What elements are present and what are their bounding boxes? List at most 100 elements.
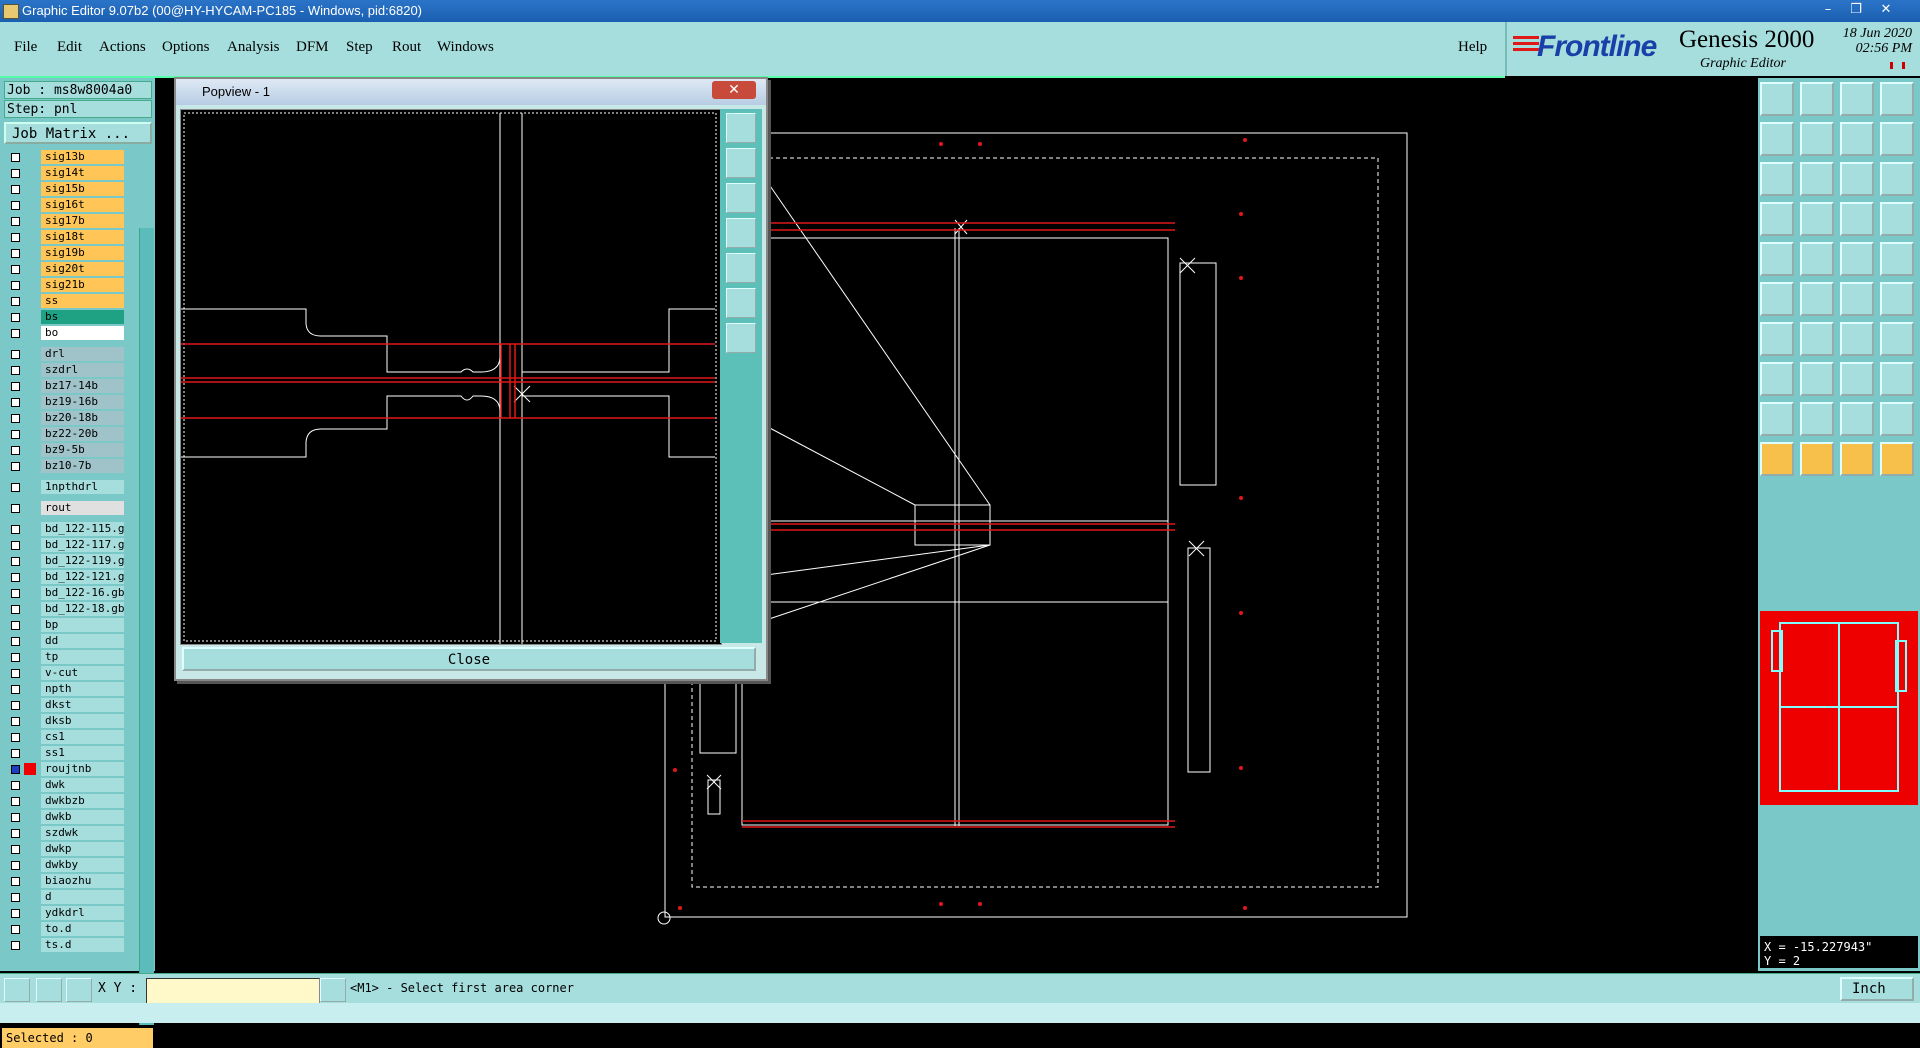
layer-name[interactable]: sig16t [41, 198, 124, 212]
menu-edit[interactable]: Edit [57, 39, 82, 56]
xy-input[interactable] [146, 978, 320, 1004]
layer-row[interactable]: bd_122-117.g [4, 538, 124, 552]
fit-icon[interactable] [1760, 162, 1794, 196]
layer-row[interactable]: bz10-7b [4, 459, 124, 473]
layer-checkbox[interactable] [11, 382, 20, 391]
layer-checkbox[interactable] [11, 329, 20, 338]
layer-name[interactable]: v-cut [41, 666, 124, 680]
popview-close-icon[interactable]: ✕ [712, 81, 756, 99]
layer-checkbox[interactable] [11, 313, 20, 322]
layer-checkbox[interactable] [11, 909, 20, 918]
layer-name[interactable]: sig20t [41, 262, 124, 276]
layer-name[interactable]: sig14t [41, 166, 124, 180]
shapes-icon[interactable] [1880, 362, 1914, 396]
layer-row[interactable]: szdwk [4, 826, 124, 840]
layer-name[interactable]: dwkby [41, 858, 124, 872]
layer-row[interactable]: sig16t [4, 198, 124, 212]
menu-analysis[interactable]: Analysis [227, 39, 280, 56]
layer-row[interactable]: cs1 [4, 730, 124, 744]
layer-name[interactable]: npth [41, 682, 124, 696]
layer-checkbox[interactable] [11, 749, 20, 758]
layer-checkbox[interactable] [11, 350, 20, 359]
layer-row[interactable]: v-cut [4, 666, 124, 680]
layer-row[interactable]: dwkp [4, 842, 124, 856]
layer-row[interactable]: bz19-16b [4, 395, 124, 409]
flip-icon[interactable] [1880, 322, 1914, 356]
layer-name[interactable]: bd_122-121.g [41, 570, 124, 584]
layer-name[interactable]: to.d [41, 922, 124, 936]
layer-name[interactable]: bz19-16b [41, 395, 124, 409]
layer-name[interactable]: bd_122-16.gb [41, 586, 124, 600]
layer-checkbox[interactable] [11, 430, 20, 439]
layer-row[interactable]: dwkbzb [4, 794, 124, 808]
layer-name[interactable]: bd_122-117.g [41, 538, 124, 552]
layer-checkbox[interactable] [11, 717, 20, 726]
layer-name[interactable]: rout [41, 501, 124, 515]
layer-row[interactable]: bd_122-115.g [4, 522, 124, 536]
layer-name[interactable]: ss1 [41, 746, 124, 760]
line-icon[interactable] [1800, 242, 1834, 276]
grid-mode-icon[interactable] [66, 978, 92, 1002]
rotate-icon[interactable] [1840, 322, 1874, 356]
pan-up-icon[interactable] [726, 148, 756, 178]
layer-checkbox[interactable] [11, 925, 20, 934]
layer-checkbox[interactable] [11, 941, 20, 950]
dimension-icon[interactable] [1840, 362, 1874, 396]
layer-checkbox[interactable] [11, 701, 20, 710]
layer-name[interactable]: cs1 [41, 730, 124, 744]
arrow-up-icon[interactable] [1800, 402, 1834, 436]
layer-name[interactable]: biaozhu [41, 874, 124, 888]
popview-titlebar[interactable]: Popview - 1 ✕ [176, 79, 766, 105]
layer-row[interactable]: dwkb [4, 810, 124, 824]
layer-checkbox[interactable] [11, 281, 20, 290]
layer-name[interactable]: sig19b [41, 246, 124, 260]
layer-checkbox[interactable] [11, 169, 20, 178]
layer-row[interactable]: szdrl [4, 363, 124, 377]
layer-row[interactable]: ss1 [4, 746, 124, 760]
layer-row[interactable]: dd [4, 634, 124, 648]
layer-checkbox[interactable] [11, 797, 20, 806]
layer-name[interactable]: dksb [41, 714, 124, 728]
layer-name[interactable]: dwkb [41, 810, 124, 824]
zoom-home-icon[interactable] [726, 113, 756, 143]
menu-file[interactable]: File [14, 39, 37, 56]
job-matrix-button[interactable]: Job Matrix ... [4, 122, 152, 144]
undo-icon[interactable] [1880, 122, 1914, 156]
connect-icon[interactable] [1840, 282, 1874, 316]
layer-checkbox[interactable] [11, 249, 20, 258]
popview-canvas[interactable] [180, 109, 722, 645]
layer-name[interactable]: bd_122-115.g [41, 522, 124, 536]
layer-row[interactable]: dwk [4, 778, 124, 792]
layer-row[interactable]: ts.d [4, 938, 124, 952]
layer-name[interactable]: bz17-14b [41, 379, 124, 393]
layer-row[interactable]: drl [4, 347, 124, 361]
measure-mode-icon[interactable] [36, 978, 62, 1002]
layer-name[interactable]: 1npthdrl [41, 480, 124, 494]
layer-checkbox[interactable] [11, 557, 20, 566]
minimize-button[interactable]: – [1814, 0, 1842, 20]
layer-checkbox[interactable] [11, 153, 20, 162]
ruler-icon[interactable] [1840, 242, 1874, 276]
layer-checkbox[interactable] [11, 446, 20, 455]
layer-checkbox[interactable] [11, 217, 20, 226]
layer-checkbox[interactable] [11, 877, 20, 886]
layer-checkbox[interactable] [11, 637, 20, 646]
pan-left-icon[interactable] [726, 218, 756, 248]
layer-checkbox[interactable] [11, 541, 20, 550]
home-icon[interactable] [1840, 82, 1874, 116]
layer-row[interactable]: bd_122-18.gb [4, 602, 124, 616]
layer-name[interactable]: d [41, 890, 124, 904]
units-selector[interactable]: Inch [1840, 977, 1914, 1001]
layer-name[interactable]: dkst [41, 698, 124, 712]
red-line-icon[interactable] [1760, 322, 1794, 356]
layer-row[interactable]: sig15b [4, 182, 124, 196]
slash-icon[interactable] [1800, 322, 1834, 356]
attributes-icon[interactable] [1880, 202, 1914, 236]
pan-right-icon[interactable] [726, 253, 756, 283]
layer-row[interactable]: bz20-18b [4, 411, 124, 425]
layer-name[interactable]: sig21b [41, 278, 124, 292]
layer-row[interactable]: dksb [4, 714, 124, 728]
layer-row[interactable]: ydkdrl [4, 906, 124, 920]
maximize-button[interactable]: ❐ [1842, 0, 1870, 20]
layer-name[interactable]: ydkdrl [41, 906, 124, 920]
